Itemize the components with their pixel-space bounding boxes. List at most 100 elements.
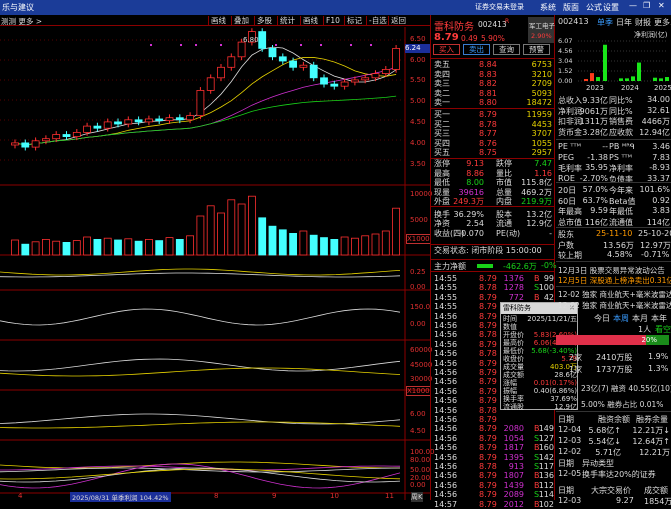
- tab-more[interactable]: 更多..: [654, 17, 671, 28]
- candle[interactable]: [237, 41, 246, 58]
- signal-marker: [150, 44, 152, 46]
- candle[interactable]: [21, 142, 30, 148]
- asks-level-row[interactable]: 卖二 8.81 5093: [434, 89, 554, 99]
- asks-level-row[interactable]: 卖一 8.80 18472: [434, 98, 554, 108]
- bids-level-row[interactable]: 买二 8.78 4453: [434, 120, 554, 130]
- candle[interactable]: [165, 117, 174, 122]
- period-tab[interactable]: 今日: [594, 313, 610, 324]
- tab-report[interactable]: 财报: [635, 17, 651, 28]
- candle[interactable]: [103, 121, 112, 129]
- candle[interactable]: [42, 138, 50, 142]
- tab-year[interactable]: 日年: [616, 17, 632, 28]
- toolbar-button[interactable]: 画线: [208, 16, 228, 26]
- trade-price: 8.79: [479, 311, 497, 321]
- candle[interactable]: [371, 73, 380, 79]
- candle[interactable]: [83, 125, 91, 133]
- volume-bar: [11, 239, 19, 256]
- bids-level-row[interactable]: 买三 8.77 3707: [434, 129, 554, 139]
- candle[interactable]: [392, 47, 401, 70]
- toolbar-button[interactable]: 标记: [344, 16, 364, 26]
- asks-level-row[interactable]: 卖三 8.82 2709: [434, 79, 554, 89]
- candle[interactable]: [381, 69, 390, 75]
- divider: [431, 259, 554, 260]
- kline-chart[interactable]: [0, 27, 430, 500]
- news-link[interactable]: 12-02 独家 商业航天+毫米波雷达...: [558, 289, 671, 300]
- menu-layout[interactable]: 版面: [563, 2, 579, 13]
- level-volume: 3210: [531, 69, 552, 79]
- candle[interactable]: [144, 118, 153, 123]
- margin-cell: 5.71亿: [595, 448, 621, 457]
- candle[interactable]: [72, 132, 81, 138]
- menu-system[interactable]: 系统: [540, 2, 556, 13]
- volume-bar: [62, 241, 71, 256]
- close-button[interactable]: ✕: [658, 1, 665, 10]
- candle[interactable]: [299, 64, 308, 68]
- holders-header: 25-11-10: [596, 229, 633, 238]
- candle[interactable]: [124, 119, 133, 125]
- level-price: 8.83: [479, 69, 497, 79]
- toolbar-button[interactable]: 叠加: [231, 16, 251, 26]
- candle[interactable]: [227, 56, 236, 68]
- candle[interactable]: [330, 83, 339, 87]
- candle[interactable]: [134, 119, 143, 123]
- holders-header: 25-10-20: [638, 229, 671, 238]
- bids-level-row[interactable]: 买一 8.79 11959: [434, 110, 554, 120]
- level-volume: 3707: [531, 129, 552, 138]
- bids-level-row[interactable]: 买五 8.75 2957: [434, 148, 554, 158]
- candle[interactable]: [217, 66, 225, 79]
- candle[interactable]: [62, 134, 71, 137]
- candle[interactable]: [196, 90, 205, 117]
- candle[interactable]: [258, 31, 267, 49]
- metric-label: 20日: [558, 186, 577, 195]
- period-tab[interactable]: 本周: [613, 313, 629, 324]
- candle[interactable]: [361, 77, 370, 81]
- period-tab[interactable]: 本年: [651, 313, 667, 324]
- bids-level-row[interactable]: 买四 8.76 1055: [434, 139, 554, 149]
- trade-time: 14:56: [434, 433, 458, 443]
- candle[interactable]: [52, 134, 61, 140]
- candle[interactable]: [175, 117, 184, 121]
- trade-price: 8.79: [479, 490, 497, 500]
- tab-quarter[interactable]: 单季: [597, 17, 613, 28]
- period-button[interactable]: 周K: [411, 492, 423, 502]
- toolbar-button[interactable]: 画线: [300, 16, 320, 26]
- minimize-button[interactable]: —: [629, 1, 637, 10]
- asks-level-row[interactable]: 卖五 8.84 6753: [434, 60, 554, 70]
- menu-formula[interactable]: 公式: [586, 2, 602, 13]
- sell-button[interactable]: 卖出: [463, 44, 490, 55]
- candle[interactable]: [93, 125, 102, 129]
- level-volume: 1055: [531, 138, 552, 148]
- candle[interactable]: [268, 47, 277, 58]
- toolbar-button[interactable]: 返回: [388, 16, 408, 26]
- more-menu[interactable]: 测测 更多 >: [1, 16, 42, 27]
- sector-box[interactable]: 军工电子 2.90%: [528, 17, 555, 43]
- candle[interactable]: [114, 121, 122, 125]
- candle[interactable]: [309, 64, 318, 79]
- candle[interactable]: [350, 79, 359, 83]
- candle[interactable]: [155, 118, 164, 122]
- level-price: 8.75: [479, 148, 497, 157]
- candle[interactable]: [320, 77, 328, 85]
- toolbar-button[interactable]: 多股: [254, 16, 274, 26]
- login-status[interactable]: 证券交易未登录: [475, 2, 524, 12]
- alert-button[interactable]: 预警: [523, 44, 550, 55]
- candle[interactable]: [206, 77, 215, 91]
- candle[interactable]: [31, 140, 40, 148]
- candle[interactable]: [340, 81, 349, 87]
- toolbar-button[interactable]: F10: [323, 16, 342, 26]
- candle[interactable]: [11, 142, 19, 146]
- candle[interactable]: [186, 115, 195, 121]
- toolbar-button[interactable]: -自选: [366, 16, 389, 26]
- news-link[interactable]: 12-02 独家 商业航天+毫米波雷达...: [558, 300, 671, 311]
- query-button[interactable]: 查询: [493, 44, 520, 55]
- buy-button[interactable]: 买入: [433, 44, 460, 55]
- menu-settings[interactable]: 设置: [603, 2, 619, 13]
- candle[interactable]: [278, 56, 287, 62]
- toolbar-button[interactable]: 统计: [277, 16, 297, 26]
- margin-header: 融券余量: [636, 415, 668, 424]
- candle[interactable]: [289, 60, 298, 68]
- period-tab[interactable]: 本月: [632, 313, 648, 324]
- asks-level-row[interactable]: 卖四 8.83 3210: [434, 70, 554, 80]
- restore-button[interactable]: ❐: [643, 1, 650, 10]
- event-link[interactable]: 12月5日 深股通上榜净卖出0.31亿...: [558, 275, 671, 286]
